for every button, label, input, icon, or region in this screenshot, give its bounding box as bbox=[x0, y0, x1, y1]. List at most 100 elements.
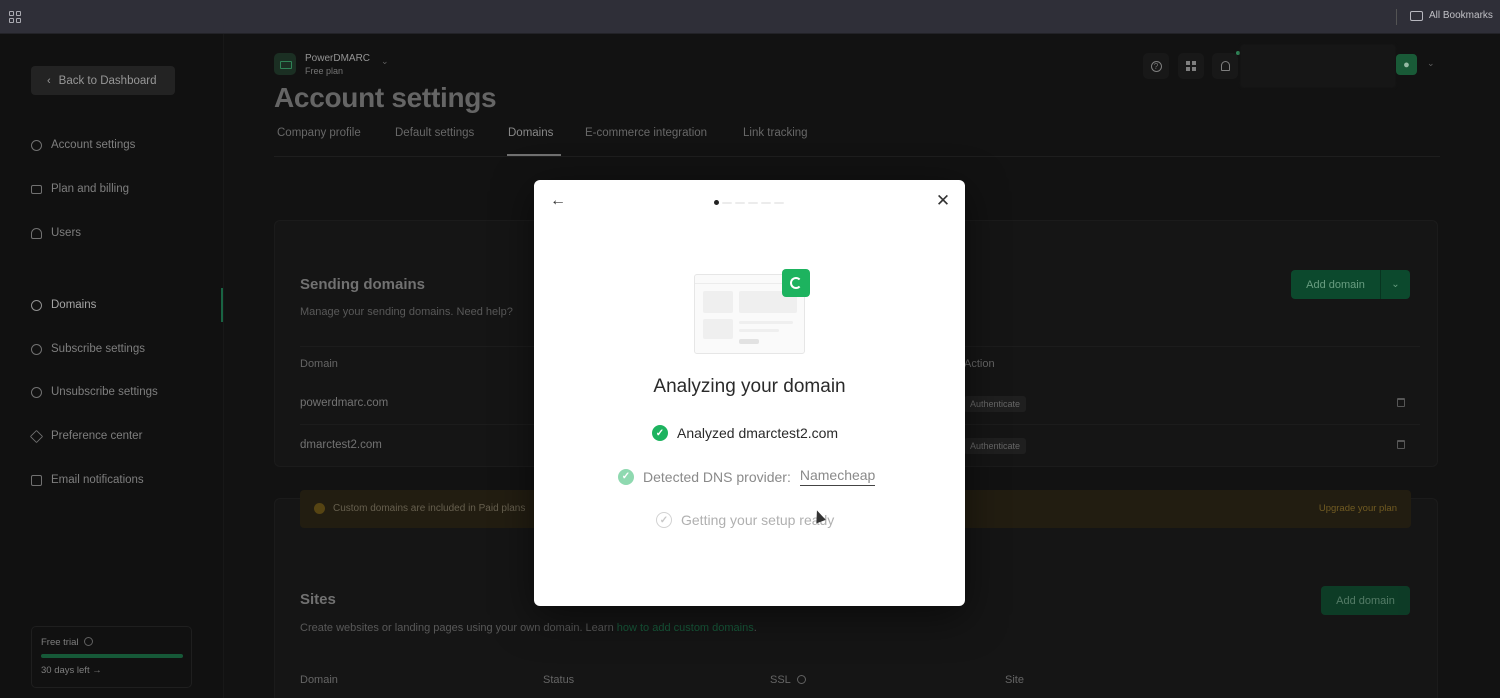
step-indicator bbox=[722, 201, 732, 204]
column-header-action: Action bbox=[964, 358, 995, 370]
info-icon bbox=[797, 675, 807, 684]
gear-icon bbox=[31, 139, 42, 151]
free-trial-label: Free trial bbox=[41, 637, 79, 648]
domain-row-name: powerdmarc.com bbox=[300, 397, 389, 409]
info-icon bbox=[84, 637, 94, 646]
help-icon: ? bbox=[1150, 60, 1162, 72]
gear-icon bbox=[31, 343, 42, 355]
column-header-domain: Domain bbox=[300, 674, 338, 686]
sidebar-active-indicator bbox=[221, 288, 223, 322]
sites-title: Sites bbox=[300, 591, 336, 608]
step-indicator bbox=[748, 201, 758, 204]
add-site-domain-button[interactable]: Add domain bbox=[1321, 586, 1410, 615]
free-trial-title: Free trial bbox=[41, 637, 94, 648]
modal-title: Analyzing your domain bbox=[653, 376, 846, 397]
help-button[interactable]: ? bbox=[1143, 53, 1169, 79]
tab-ecommerce-integration[interactable]: E-commerce integration bbox=[585, 127, 707, 139]
status-analyzed-text: Analyzed dmarctest2.com bbox=[677, 425, 839, 441]
domain-row-name: dmarctest2.com bbox=[300, 439, 382, 451]
trash-icon[interactable] bbox=[1397, 398, 1405, 407]
sidebar-item-plan-and-billing[interactable]: Plan and billing bbox=[31, 183, 129, 195]
pending-circle-icon: ✓ bbox=[656, 512, 672, 528]
settings-tabs: Company profile Default settings Domains… bbox=[274, 127, 1440, 157]
sidebar-item-preference-center[interactable]: Preference center bbox=[29, 429, 143, 443]
free-trial-card[interactable]: Free trial 30 days left → bbox=[31, 626, 192, 688]
card-icon bbox=[31, 184, 42, 194]
status-dns-provider: ✓ Detected DNS provider: Namecheap bbox=[618, 467, 876, 486]
status-setup-text: Getting your setup ready bbox=[681, 512, 835, 528]
sidebar-item-domains[interactable]: Domains bbox=[31, 299, 96, 311]
sending-domains-subtitle: Manage your sending domains. Need help? bbox=[300, 306, 513, 318]
sidebar-item-account-settings[interactable]: Account settings bbox=[31, 139, 135, 151]
sidebar-item-email-notifications[interactable]: Email notifications bbox=[31, 474, 144, 486]
check-circle-icon: ✓ bbox=[652, 425, 668, 441]
back-arrow-icon[interactable]: ← bbox=[548, 192, 568, 212]
inbox-icon bbox=[31, 474, 42, 486]
sidebar-item-label: Plan and billing bbox=[51, 183, 130, 195]
sidebar-item-label: Email notifications bbox=[51, 474, 144, 486]
warning-icon bbox=[314, 503, 325, 514]
bell-icon bbox=[1220, 61, 1230, 71]
status-setup: ✓ Getting your setup ready bbox=[656, 512, 834, 528]
status-dns-label: Detected DNS provider: bbox=[643, 468, 791, 485]
user-avatar[interactable]: ● bbox=[1396, 54, 1417, 75]
sidebar-item-label: Users bbox=[51, 227, 82, 239]
sites-subtitle: Create websites or landing pages using y… bbox=[300, 622, 757, 634]
sidebar-item-unsubscribe-settings[interactable]: Unsubscribe settings bbox=[31, 386, 158, 398]
authenticate-button[interactable]: Authenticate bbox=[964, 438, 1027, 454]
sites-subtitle-suffix: . bbox=[753, 622, 757, 634]
loading-spinner-icon bbox=[782, 269, 810, 297]
chevron-left-icon: ‹ bbox=[47, 74, 51, 87]
column-header-domain: Domain bbox=[300, 358, 338, 370]
trial-days-left[interactable]: 30 days left → bbox=[41, 665, 102, 676]
sidebar-item-label: Unsubscribe settings bbox=[51, 386, 158, 398]
org-plan: Free plan bbox=[305, 66, 344, 76]
step-indicator bbox=[761, 201, 771, 204]
chevron-down-icon[interactable]: ⌄ bbox=[381, 56, 389, 67]
check-circle-icon: ✓ bbox=[618, 468, 634, 485]
trash-icon[interactable] bbox=[1397, 440, 1405, 449]
column-header-ssl: SSL bbox=[770, 674, 807, 686]
sidebar-item-label: Preference center bbox=[51, 430, 143, 442]
sidebar-item-users[interactable]: Users bbox=[31, 227, 81, 239]
apps-button[interactable] bbox=[1178, 53, 1204, 79]
gear-icon bbox=[31, 386, 42, 398]
user-icon bbox=[31, 227, 42, 239]
add-domain-dropdown-button[interactable]: ⌄ bbox=[1380, 270, 1410, 299]
ssl-label: SSL bbox=[770, 674, 791, 686]
step-indicator bbox=[774, 201, 784, 204]
sidebar-item-subscribe-settings[interactable]: Subscribe settings bbox=[31, 343, 145, 355]
notifications-button[interactable] bbox=[1212, 51, 1240, 79]
apps-grid-icon[interactable] bbox=[9, 11, 21, 23]
upgrade-plan-link[interactable]: Upgrade your plan bbox=[1319, 503, 1397, 514]
sidebar-item-label: Subscribe settings bbox=[51, 343, 145, 355]
sidebar: ‹ Back to Dashboard Account settings Pla… bbox=[0, 34, 224, 698]
step-indicator bbox=[735, 201, 745, 204]
authenticate-button[interactable]: Authenticate bbox=[964, 396, 1027, 412]
bookmarks-separator bbox=[1396, 9, 1397, 25]
step-indicator-active bbox=[714, 200, 719, 205]
back-to-dashboard-button[interactable]: ‹ Back to Dashboard bbox=[31, 66, 175, 95]
add-custom-domains-link[interactable]: how to add custom domains bbox=[617, 622, 754, 634]
banner-text: Custom domains are included in Paid plan… bbox=[333, 503, 526, 514]
browser-bookmarks-bar: All Bookmarks bbox=[0, 0, 1500, 34]
tab-domains[interactable]: Domains bbox=[508, 127, 553, 139]
column-header-site: Site bbox=[1005, 674, 1024, 686]
all-bookmarks-button[interactable]: All Bookmarks bbox=[1410, 10, 1493, 21]
layers-icon bbox=[29, 429, 44, 443]
active-tab-underline bbox=[507, 154, 561, 156]
tab-default-settings[interactable]: Default settings bbox=[395, 127, 474, 139]
add-sending-domain-button[interactable]: Add domain bbox=[1291, 270, 1380, 299]
blurred-user-info bbox=[1240, 44, 1396, 88]
tab-company-profile[interactable]: Company profile bbox=[277, 127, 361, 139]
back-to-dashboard-label: Back to Dashboard bbox=[58, 74, 157, 87]
page-title: Account settings bbox=[274, 82, 497, 113]
grid-icon bbox=[1186, 61, 1196, 71]
close-icon[interactable]: ✕ bbox=[933, 191, 953, 211]
column-header-status: Status bbox=[543, 674, 575, 686]
tab-link-tracking[interactable]: Link tracking bbox=[743, 127, 808, 139]
chevron-down-icon[interactable]: ⌄ bbox=[1427, 58, 1435, 69]
dns-provider-name: Namecheap bbox=[799, 467, 876, 486]
progress-stepper bbox=[714, 200, 784, 205]
org-name[interactable]: PowerDMARC bbox=[305, 53, 370, 64]
